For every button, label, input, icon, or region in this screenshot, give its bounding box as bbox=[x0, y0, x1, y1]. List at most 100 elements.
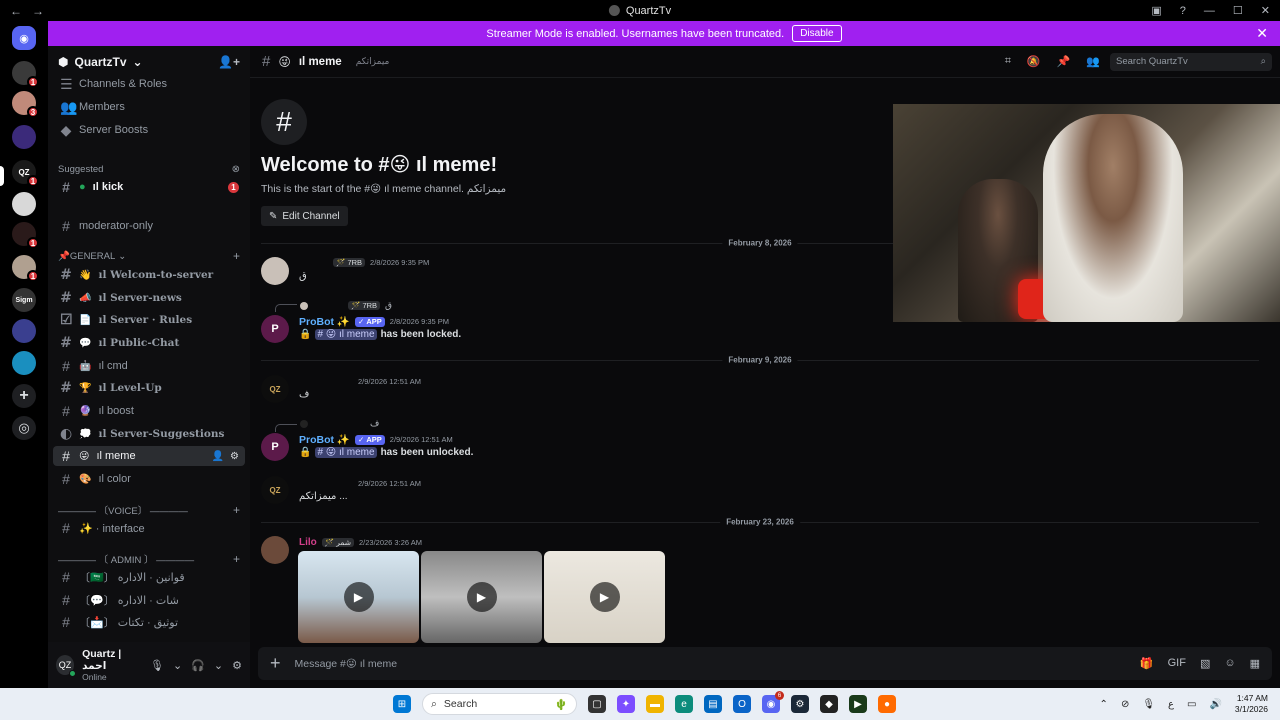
invite-people-icon[interactable]: 👤+ bbox=[218, 55, 240, 69]
server-icon-quartz[interactable]: QZ 1 bbox=[12, 160, 39, 187]
channel-meme[interactable]: # 😜 ıl meme 👤 ⚙ bbox=[53, 446, 245, 466]
edit-channel-button[interactable]: ✎ Edit Channel bbox=[261, 206, 348, 226]
notifications-off-icon[interactable]: ⊘ bbox=[1121, 699, 1129, 710]
channel-admin-rules[interactable]: # 〔🇸🇦〕 قوانين · الاداره bbox=[53, 567, 245, 587]
windows-start-icon[interactable]: ⊞ bbox=[393, 695, 411, 713]
server-icon[interactable]: 1 bbox=[12, 61, 39, 88]
username[interactable]: ProBot ✨ bbox=[299, 433, 350, 446]
category-general[interactable]: 📌 GENERAL ⌄ + bbox=[58, 249, 240, 263]
close-icon[interactable]: ✕ bbox=[1256, 25, 1268, 42]
disable-button[interactable]: Disable bbox=[792, 25, 842, 42]
add-channel-icon[interactable]: + bbox=[233, 503, 240, 517]
close-window-icon[interactable]: ✕ bbox=[1261, 4, 1270, 17]
member-list-icon[interactable]: 👥 bbox=[1086, 55, 1100, 68]
add-channel-icon[interactable]: + bbox=[233, 249, 240, 263]
server-icon[interactable] bbox=[12, 192, 36, 216]
gear-icon[interactable]: ⚙ bbox=[230, 451, 239, 462]
reply-preview[interactable]: 🪄 7RB ق bbox=[300, 300, 392, 311]
channel-kick[interactable]: # ● ıl kick 1 bbox=[53, 177, 245, 197]
copilot-icon[interactable]: ✦ bbox=[617, 695, 635, 713]
maximize-icon[interactable]: ☐ bbox=[1233, 4, 1243, 17]
server-icon[interactable] bbox=[12, 319, 36, 343]
edge-icon[interactable]: e bbox=[675, 695, 693, 713]
channel-level-up[interactable]: # 🏆 ıl Level-Up bbox=[53, 378, 245, 398]
notification-bell-icon[interactable]: 🔕 bbox=[1027, 55, 1041, 68]
probot-avatar[interactable]: P bbox=[261, 315, 289, 343]
clock[interactable]: 1:47 AM 3/1/2026 bbox=[1235, 693, 1268, 715]
username[interactable]: Lilo bbox=[299, 537, 317, 548]
firefox-icon[interactable]: ● bbox=[878, 695, 896, 713]
gift-icon[interactable]: 🎁 bbox=[1140, 657, 1154, 670]
video-attachment[interactable]: ▶ bbox=[298, 551, 419, 643]
inbox-icon[interactable]: ▣ bbox=[1151, 4, 1161, 17]
steam-icon[interactable]: ⚙ bbox=[791, 695, 809, 713]
add-server-icon[interactable]: + bbox=[12, 384, 36, 408]
microphone-icon[interactable]: 🎙 bbox=[150, 659, 164, 672]
server-icon[interactable] bbox=[12, 125, 36, 149]
channel-admin-tickets[interactable]: # 〔📩〕 توثيق · تكتات bbox=[53, 612, 245, 632]
video-attachment[interactable]: ▶ bbox=[421, 551, 542, 643]
category-voice[interactable]: ———— 〔VOICE〕 ———— + bbox=[58, 503, 240, 517]
gif-icon[interactable]: GIF bbox=[1168, 657, 1186, 670]
channel-public-chat[interactable]: # 💬 ıl Public-Chat bbox=[53, 333, 245, 353]
chevron-up-icon[interactable]: ⌃ bbox=[1100, 699, 1108, 710]
channel-welcome[interactable]: # 👋 ıl Welcom-to-server bbox=[53, 265, 245, 285]
play-icon[interactable]: ▶ bbox=[466, 582, 497, 612]
channel-moderator-only[interactable]: # moderator-only bbox=[53, 216, 245, 236]
video-attachment[interactable]: ▶ bbox=[544, 551, 665, 643]
forward-arrow-icon[interactable]: → bbox=[32, 4, 44, 18]
server-icon[interactable]: 1 bbox=[12, 255, 39, 282]
message-composer[interactable]: + Message #😜 ıl meme 🎁 GIF ▧ ☺ ▦ bbox=[258, 647, 1272, 680]
invite-icon[interactable]: 👤 bbox=[212, 451, 224, 462]
server-icon[interactable]: Sigm bbox=[12, 288, 36, 312]
channel-server-suggestions[interactable]: ◐ 💭 ıl Server-Suggestions bbox=[53, 424, 245, 444]
file-explorer-icon[interactable]: ▬ bbox=[646, 695, 664, 713]
task-view-icon[interactable]: ▢ bbox=[588, 695, 606, 713]
back-arrow-icon[interactable]: ← bbox=[10, 4, 22, 18]
channel-color[interactable]: # 🎨 ıl color bbox=[53, 469, 245, 489]
language-indicator[interactable]: ع bbox=[1168, 699, 1174, 710]
username[interactable]: ProBot ✨ bbox=[299, 315, 350, 328]
network-icon[interactable]: ▭ bbox=[1187, 699, 1196, 710]
server-icon[interactable] bbox=[12, 351, 36, 375]
add-attachment-icon[interactable]: + bbox=[270, 653, 281, 674]
channel-server-rules[interactable]: ☑ 📄 ıl Server · Rules bbox=[53, 310, 245, 330]
headphones-icon[interactable]: 🎧 bbox=[191, 659, 205, 672]
chevron-down-icon[interactable]: ⌄ bbox=[173, 659, 182, 672]
dismiss-icon[interactable]: ⊗ bbox=[232, 164, 240, 175]
apps-icon[interactable]: ▦ bbox=[1250, 657, 1260, 670]
discover-compass-icon[interactable]: ◎ bbox=[12, 416, 36, 440]
avatar[interactable]: QZ bbox=[261, 375, 289, 403]
avatar[interactable] bbox=[261, 536, 289, 564]
server-icon[interactable]: 3 bbox=[12, 91, 39, 118]
category-admin[interactable]: ———— 〔 ADMIN 〕 ———— + bbox=[58, 552, 240, 566]
microphone-icon[interactable]: 🎙 bbox=[1142, 699, 1155, 710]
server-icon[interactable]: 1 bbox=[12, 222, 39, 249]
reply-preview[interactable]: ف bbox=[300, 418, 379, 429]
channel-admin-chat[interactable]: # 〔💬〕 شات · الاداره bbox=[53, 590, 245, 610]
app-icon[interactable]: ◆ bbox=[820, 695, 838, 713]
channel-boost[interactable]: # 🔮 ıl boost bbox=[53, 401, 245, 421]
search-input[interactable]: Search QuartzTv ⌕ bbox=[1110, 52, 1272, 71]
discord-icon[interactable]: ◉ 6 bbox=[762, 691, 784, 713]
channel-mention[interactable]: # 😜 ıl meme bbox=[315, 329, 377, 340]
play-icon[interactable]: ▶ bbox=[343, 582, 374, 612]
app-icon[interactable]: ▶ bbox=[849, 695, 867, 713]
server-boosts-item[interactable]: ◆ Server Boosts bbox=[53, 120, 245, 140]
taskbar-search[interactable]: ⌕ Search 🌵 bbox=[422, 693, 577, 715]
channel-server-news[interactable]: # 📣 ıl Server-news bbox=[53, 288, 245, 308]
emoji-icon[interactable]: ☺ bbox=[1224, 657, 1235, 670]
help-icon[interactable]: ? bbox=[1180, 5, 1186, 17]
sticker-icon[interactable]: ▧ bbox=[1200, 657, 1210, 670]
volume-icon[interactable]: 🔊 bbox=[1209, 699, 1221, 710]
channel-interface[interactable]: # ✨ · interface bbox=[53, 518, 245, 538]
channel-cmd[interactable]: # 🤖 ıl cmd bbox=[53, 356, 245, 376]
avatar[interactable]: QZ bbox=[56, 655, 77, 677]
avatar[interactable]: QZ bbox=[261, 476, 289, 504]
probot-avatar[interactable]: P bbox=[261, 433, 289, 461]
channels-roles-item[interactable]: ☰ Channels & Roles bbox=[53, 74, 245, 94]
play-icon[interactable]: ▶ bbox=[589, 582, 620, 612]
threads-icon[interactable]: ⌗ bbox=[1005, 55, 1011, 68]
gear-icon[interactable]: ⚙ bbox=[232, 659, 242, 672]
pin-icon[interactable]: 📌 bbox=[1057, 55, 1071, 68]
